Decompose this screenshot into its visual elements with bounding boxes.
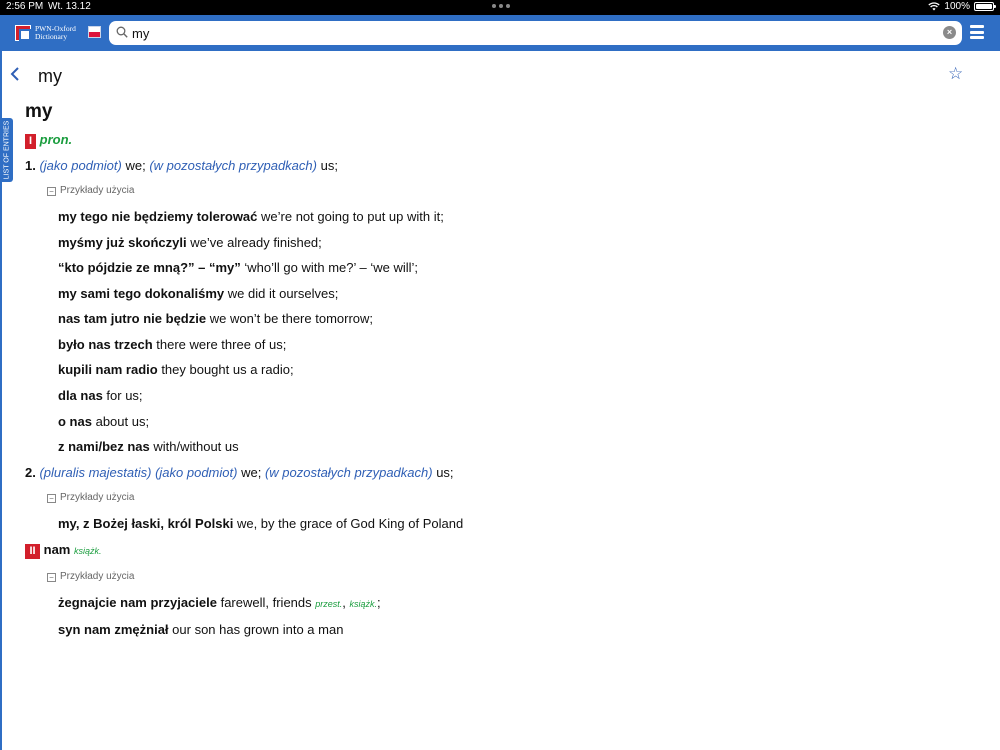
examples-toggle[interactable]: − Przykłady użycia <box>47 492 134 503</box>
collapse-icon: − <box>47 187 56 196</box>
example-item: nas tam jutro nie będzie we won’t be the… <box>58 311 373 326</box>
status-right: 100% <box>928 1 996 12</box>
example-polish: z nami/bez nas <box>58 439 150 454</box>
example-polish: “kto pójdzie ze mną?” – “my” <box>58 260 241 275</box>
example-english: there were three of us; <box>156 337 287 352</box>
list-of-entries-tab[interactable]: LIST OF ENTRIES <box>0 118 13 182</box>
status-bar: 2:56 PM Wt. 13.12 100% <box>0 0 1000 15</box>
example-english: they bought us a radio; <box>161 362 294 377</box>
wifi-icon <box>928 2 941 11</box>
nav-title: my <box>38 66 62 86</box>
example-polish: żegnajcie nam przyjaciele <box>58 595 217 610</box>
translation: we; <box>241 465 262 480</box>
polish-flag-icon[interactable] <box>88 26 101 38</box>
search-box[interactable]: × <box>109 21 962 45</box>
example-item: my sami tego dokonaliśmy we did it ourse… <box>58 286 338 301</box>
example-english: ‘who’ll go with me?’ – ‘we will’; <box>244 260 419 275</box>
inflected-form: nam <box>43 542 71 557</box>
examples-toggle[interactable]: − Przykłady użycia <box>47 571 134 582</box>
battery-percent: 100% <box>944 1 970 12</box>
sense-qualifier: (pluralis majestatis) <box>39 465 152 480</box>
status-time: 2:56 PM <box>6 1 44 12</box>
example-polish: kupili nam radio <box>58 362 158 377</box>
example-polish: myśmy już skończyli <box>58 235 187 250</box>
sense-qualifier: (w pozostałych przypadkach) <box>264 465 433 480</box>
multitasking-dots-icon[interactable] <box>492 4 510 8</box>
example-english: our son has grown into a man <box>172 622 344 637</box>
part-of-speech: pron. <box>39 132 73 147</box>
clear-search-icon[interactable]: × <box>943 26 956 39</box>
example-item: myśmy już skończyli we’ve already finish… <box>58 235 322 250</box>
headword: my <box>25 101 53 122</box>
example-item: było nas trzech there were three of us; <box>58 337 286 352</box>
examples-toggle-label: Przykłady użycia <box>60 571 135 582</box>
example-polish: dla nas <box>58 388 103 403</box>
translation: us; <box>436 465 454 480</box>
example-english: we’re not going to put up with it; <box>261 209 444 224</box>
punctuation: ; <box>377 595 381 610</box>
sense-1: 1. (jako podmiot) we; (w pozostałych prz… <box>25 158 338 173</box>
example-item: my tego nie będziemy tolerować we’re not… <box>58 209 444 224</box>
translation: we; <box>125 158 146 173</box>
roman-numeral-badge: I <box>25 134 36 149</box>
example-item: żegnajcie nam przyjaciele farewell, frie… <box>58 595 381 610</box>
example-polish: my tego nie będziemy tolerować <box>58 209 258 224</box>
roman-numeral-badge: II <box>25 544 40 559</box>
example-polish: my, z Bożej łaski, król Polski <box>58 516 234 531</box>
example-english: we, by the grace of God King of Poland <box>236 516 464 531</box>
example-english: we’ve already finished; <box>190 235 322 250</box>
status-date: Wt. 13.12 <box>48 1 91 12</box>
back-chevron-icon[interactable] <box>10 67 24 83</box>
sense-number: 2. <box>25 465 36 480</box>
example-english: about us; <box>95 414 150 429</box>
part-1-header: I pron. <box>25 132 72 149</box>
sense-qualifier: (jako podmiot) <box>155 465 238 480</box>
example-english: farewell, friends <box>220 595 312 610</box>
sense-qualifier: (w pozostałych przypadkach) <box>149 158 317 173</box>
menu-icon[interactable] <box>970 25 984 39</box>
example-polish: nas tam jutro nie będzie <box>58 311 207 326</box>
favorite-star-icon[interactable]: ☆ <box>948 64 963 84</box>
example-item: syn nam zmężniał our son has grown into … <box>58 622 343 637</box>
translation: us; <box>320 158 338 173</box>
battery-icon <box>974 2 996 11</box>
sense-number: 1. <box>25 158 36 173</box>
examples-toggle[interactable]: − Przykłady użycia <box>47 185 134 196</box>
example-polish: o nas <box>58 414 92 429</box>
example-english: we did it ourselves; <box>227 286 339 301</box>
example-item: z nami/bez nas with/without us <box>58 439 239 454</box>
search-icon <box>116 26 128 38</box>
app-logo: PWN-Oxford Dictionary <box>15 25 76 41</box>
collapse-icon: − <box>47 494 56 503</box>
example-english: with/without us <box>153 439 239 454</box>
examples-toggle-label: Przykłady użycia <box>60 492 135 503</box>
part-2-header: II nam książk. <box>25 542 102 559</box>
search-input[interactable] <box>132 23 932 43</box>
separator: , <box>342 595 346 610</box>
example-item: “kto pójdzie ze mną?” – “my” ‘who’ll go … <box>58 260 418 275</box>
example-english: we won’t be there tomorrow; <box>209 311 374 326</box>
register-label: przest. <box>315 599 343 609</box>
example-english: for us; <box>106 388 143 403</box>
example-polish: było nas trzech <box>58 337 153 352</box>
list-of-entries-label: LIST OF ENTRIES <box>3 120 10 180</box>
example-item: my, z Bożej łaski, król Polski we, by th… <box>58 516 463 531</box>
logo-line-2: Dictionary <box>35 32 68 41</box>
example-item: kupili nam radio they bought us a radio; <box>58 362 294 377</box>
example-item: dla nas for us; <box>58 388 143 403</box>
sense-2: 2. (pluralis majestatis) (jako podmiot) … <box>25 465 454 480</box>
example-item: o nas about us; <box>58 414 149 429</box>
example-polish: syn nam zmężniał <box>58 622 169 637</box>
sense-qualifier: (jako podmiot) <box>39 158 122 173</box>
register-label: książk. <box>73 546 102 556</box>
logo-mark-icon <box>15 25 31 41</box>
example-polish: my sami tego dokonaliśmy <box>58 286 225 301</box>
collapse-icon: − <box>47 573 56 582</box>
register-label: książk. <box>349 599 378 609</box>
examples-toggle-label: Przykłady użycia <box>60 185 135 196</box>
logo-text: PWN-Oxford Dictionary <box>35 25 76 41</box>
app-header: PWN-Oxford Dictionary × <box>0 15 1000 51</box>
